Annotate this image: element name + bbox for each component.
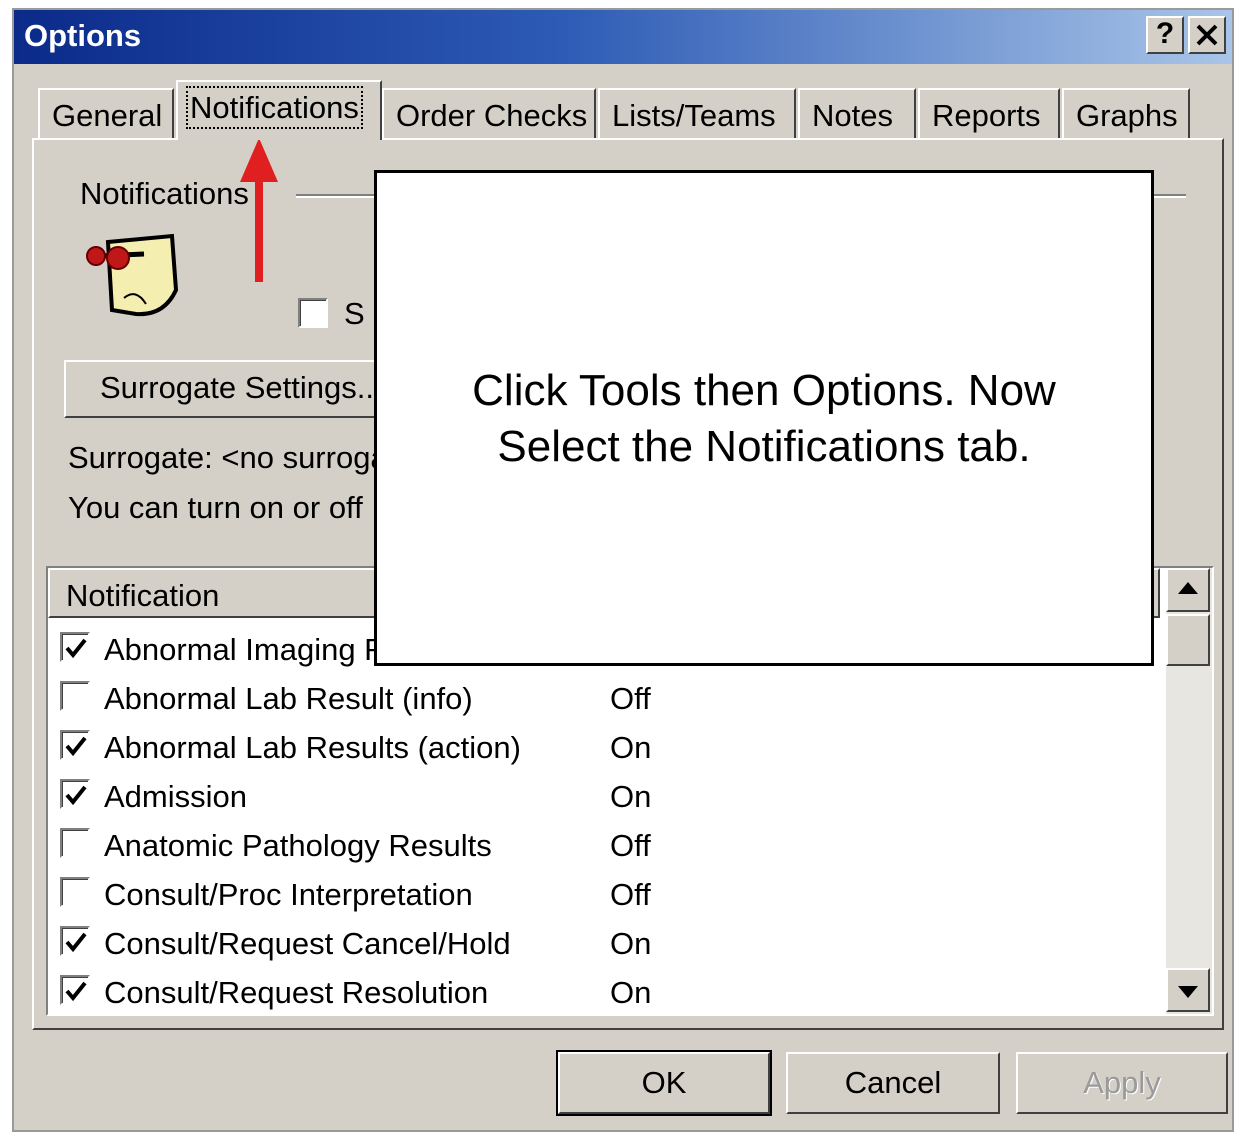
tab-lists-teams-label: Lists/Teams xyxy=(612,98,776,133)
list-item[interactable]: Admission On xyxy=(58,777,1158,817)
item-checkbox[interactable] xyxy=(60,779,90,809)
list-item[interactable]: Consult/Request Resolution On xyxy=(58,973,1158,1013)
cancel-button[interactable]: Cancel xyxy=(786,1052,1000,1114)
apply-button[interactable]: Apply xyxy=(1016,1052,1228,1114)
item-status: Off xyxy=(610,828,651,863)
tab-general-label: General xyxy=(52,98,163,133)
info-text: You can turn on or off xyxy=(68,490,363,525)
item-checkbox[interactable] xyxy=(60,681,90,711)
item-name: Abnormal Lab Result (info) xyxy=(104,681,473,716)
tab-reports[interactable]: Reports xyxy=(918,88,1060,138)
scroll-up-button[interactable] xyxy=(1166,568,1210,612)
list-item[interactable]: Abnormal Lab Results (action) On xyxy=(58,728,1158,768)
item-name: Admission xyxy=(104,779,247,814)
checkmark-icon xyxy=(65,932,87,953)
tab-general[interactable]: General xyxy=(38,88,174,138)
scroll-thumb[interactable] xyxy=(1166,614,1210,666)
checkmark-icon xyxy=(65,736,87,757)
list-item[interactable]: Anatomic Pathology Results Off xyxy=(58,826,1158,866)
item-name: Consult/Request Resolution xyxy=(104,975,489,1010)
item-status: Off xyxy=(610,681,651,716)
tab-notifications-label: Notifications xyxy=(186,86,363,129)
callout-line-2: Select the Notifications tab. xyxy=(497,422,1031,471)
notifications-group-label: Notifications xyxy=(80,176,249,211)
tab-reports-label: Reports xyxy=(932,98,1041,133)
tab-lists-teams[interactable]: Lists/Teams xyxy=(598,88,796,138)
tab-graphs-label: Graphs xyxy=(1076,98,1178,133)
item-name: Abnormal Imaging R xyxy=(104,632,387,667)
item-status: On xyxy=(610,779,652,814)
instruction-callout: Click Tools then Options. Now Select the… xyxy=(374,170,1154,666)
surrogate-settings-button[interactable]: Surrogate Settings... xyxy=(64,360,400,418)
help-button[interactable]: ? xyxy=(1146,16,1184,54)
close-button[interactable] xyxy=(1188,16,1226,54)
tab-notifications[interactable]: Notifications xyxy=(176,80,382,140)
list-item[interactable]: Consult/Proc Interpretation Off xyxy=(58,875,1158,915)
item-status: On xyxy=(610,975,652,1010)
scroll-down-button[interactable] xyxy=(1166,968,1210,1012)
item-checkbox[interactable] xyxy=(60,975,90,1005)
ok-button[interactable]: OK xyxy=(556,1050,772,1116)
item-checkbox[interactable] xyxy=(60,877,90,907)
window-title: Options xyxy=(24,18,142,53)
close-icon xyxy=(1196,24,1218,46)
item-checkbox[interactable] xyxy=(60,730,90,760)
item-checkbox[interactable] xyxy=(60,926,90,956)
list-item[interactable]: Consult/Request Cancel/Hold On xyxy=(58,924,1158,964)
tab-notes[interactable]: Notes xyxy=(798,88,916,138)
arrow-down-icon xyxy=(1178,986,1198,998)
pushpin-note-icon xyxy=(86,233,179,317)
checkmark-icon xyxy=(65,785,87,806)
surrogate-checkbox-label: S xyxy=(344,296,365,331)
item-status: Off xyxy=(610,877,651,912)
item-checkbox[interactable] xyxy=(60,632,90,662)
item-name: Anatomic Pathology Results xyxy=(104,828,492,863)
tab-graphs[interactable]: Graphs xyxy=(1062,88,1190,138)
list-header-label: Notification xyxy=(66,578,220,613)
list-item[interactable]: Abnormal Lab Result (info) Off xyxy=(58,679,1158,719)
item-name: Consult/Proc Interpretation xyxy=(104,877,473,912)
item-name: Abnormal Lab Results (action) xyxy=(104,730,521,765)
checkmark-icon xyxy=(65,638,87,659)
item-name: Consult/Request Cancel/Hold xyxy=(104,926,511,961)
surrogate-status-text: Surrogate: <no surroga xyxy=(68,440,388,475)
tab-order-checks-label: Order Checks xyxy=(396,98,588,133)
checkmark-icon xyxy=(65,981,87,1002)
tab-order-checks[interactable]: Order Checks xyxy=(382,88,596,138)
arrow-up-icon xyxy=(1178,582,1198,594)
callout-line-1: Click Tools then Options. Now xyxy=(472,366,1056,415)
tab-notes-label: Notes xyxy=(812,98,893,133)
title-bar[interactable] xyxy=(14,10,1232,64)
surrogate-checkbox[interactable] xyxy=(298,298,328,328)
annotation-arrow-icon xyxy=(240,138,278,282)
item-status: On xyxy=(610,926,652,961)
item-status: On xyxy=(610,730,652,765)
item-checkbox[interactable] xyxy=(60,828,90,858)
callout-text: Click Tools then Options. Now Select the… xyxy=(377,363,1151,475)
